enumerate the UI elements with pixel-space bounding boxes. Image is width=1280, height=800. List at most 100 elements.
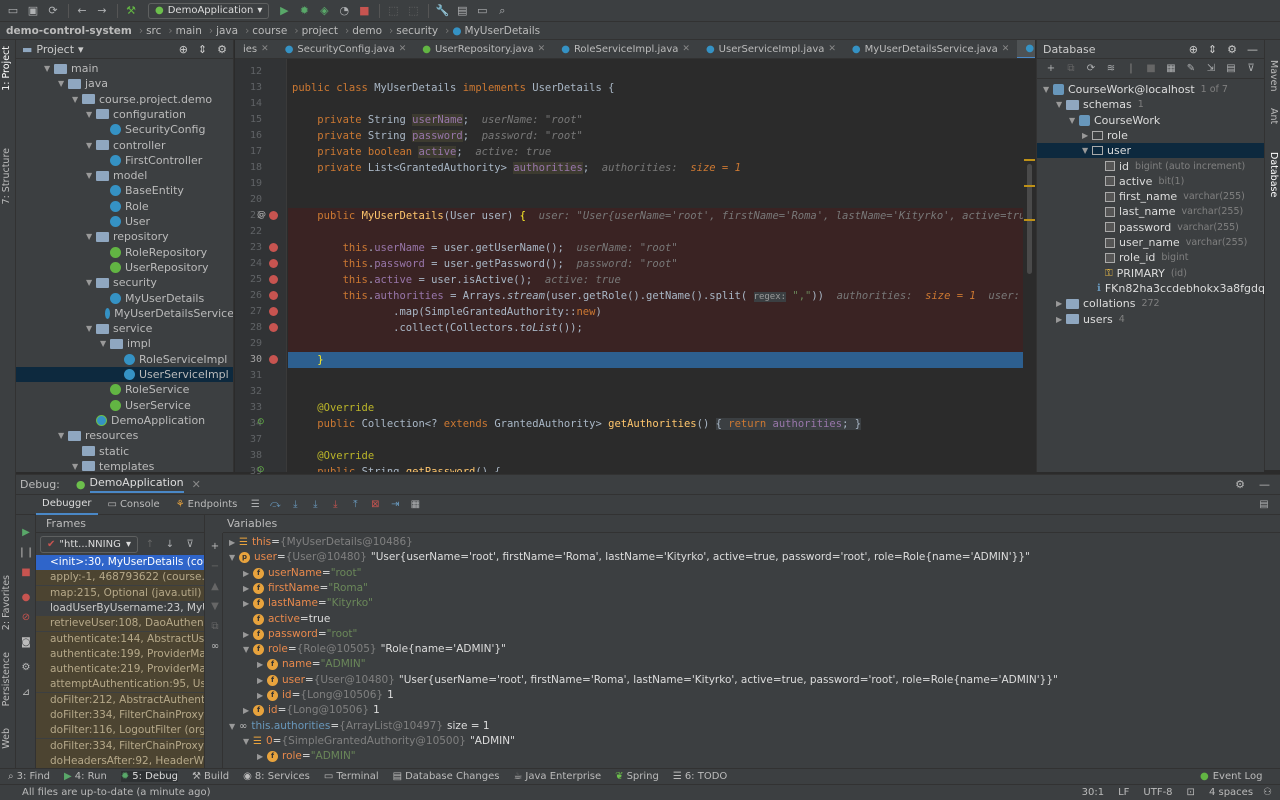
save-icon[interactable]: ▣ xyxy=(24,3,42,19)
variable-row[interactable]: ▶ f name = "ADMIN" xyxy=(257,657,1280,672)
editor-tab[interactable]: ● SecurityConfig.java ✕ xyxy=(277,40,415,58)
variable-row[interactable]: ▶ f role = "ADMIN" xyxy=(257,749,1280,764)
add-icon[interactable]: + xyxy=(208,539,222,553)
run-configuration-select[interactable]: ● DemoApplication ▾ xyxy=(148,2,270,19)
tab-endpoints[interactable]: ⚘ Endpoints xyxy=(170,495,244,515)
chevron-down-icon[interactable]: ▼ xyxy=(86,141,96,150)
tool-window-terminal[interactable]: ▭ Terminal xyxy=(324,771,379,782)
stack-frame[interactable]: authenticate:219, ProviderMana xyxy=(36,662,204,678)
variable-row[interactable]: ▼ f role = {Role@10505} "Role{name='ADMIN'}… xyxy=(243,642,1280,657)
line-separator[interactable]: LF xyxy=(1118,787,1129,798)
db-tree-item[interactable]: active bit(1) xyxy=(1037,174,1264,189)
chevron-right-icon[interactable]: ▶ xyxy=(257,657,267,672)
chevron-right-icon[interactable]: ▶ xyxy=(243,581,253,596)
collapse-icon[interactable]: ⇕ xyxy=(1208,43,1217,56)
tree-item[interactable]: BaseEntity xyxy=(16,183,233,198)
filter-icon[interactable]: ⊽ xyxy=(1243,62,1259,76)
stack-frame[interactable]: apply:-1, 468793622 (course.pr xyxy=(36,570,204,586)
editor-scrollbar[interactable] xyxy=(1024,59,1035,472)
arrow-down-icon[interactable]: ↓ xyxy=(162,537,178,551)
settings-icon[interactable]: ⚙ xyxy=(19,660,33,674)
tree-item[interactable]: User xyxy=(16,214,233,229)
indent-setting[interactable]: 4 spaces xyxy=(1209,787,1253,798)
tool-window-search[interactable]: ⌕ 3: Find xyxy=(8,771,50,782)
variable-row[interactable]: ▶ f userName = "root" xyxy=(243,566,1280,581)
filter-icon[interactable]: ⊽ xyxy=(182,537,198,551)
coverage-icon[interactable]: ◈ xyxy=(315,3,333,19)
tree-item[interactable]: UserService xyxy=(16,398,233,413)
schema-icon[interactable]: ≋ xyxy=(1103,62,1119,76)
chevron-right-icon[interactable]: ▶ xyxy=(257,749,267,764)
tree-item[interactable]: ▼ course.project.demo xyxy=(16,92,233,107)
tree-item[interactable]: RoleService xyxy=(16,382,233,397)
tree-item[interactable]: MyUserDetails xyxy=(16,291,233,306)
web-tool-tab[interactable]: Web xyxy=(1,728,12,749)
db-tree-item[interactable]: ▼ CourseWork@localhost 1 of 7 xyxy=(1037,82,1264,97)
tool-window-database-changes[interactable]: ▤ Database Changes xyxy=(393,771,500,782)
override-icon[interactable]: ⊙ xyxy=(257,417,265,427)
tree-item[interactable]: ▼ configuration xyxy=(16,107,233,122)
resume-icon[interactable]: ▶ xyxy=(19,525,33,539)
chevron-right-icon[interactable]: ▶ xyxy=(257,673,267,688)
project-tool-tab[interactable]: 1: Project xyxy=(1,46,12,91)
tree-item[interactable]: ▼ service xyxy=(16,321,233,336)
chevron-down-icon[interactable]: ▼ xyxy=(86,232,96,241)
cursor-position[interactable]: 30:1 xyxy=(1082,787,1104,798)
close-icon[interactable]: ✕ xyxy=(192,478,201,491)
minus-icon[interactable]: − xyxy=(208,559,222,573)
chevron-down-icon[interactable]: ▼ xyxy=(86,324,96,333)
tool-window-services[interactable]: ◉ 8: Services xyxy=(243,771,310,782)
db-tree-item[interactable]: password varchar(255) xyxy=(1037,220,1264,235)
tool-window-build[interactable]: ⚒ Build xyxy=(192,771,229,782)
stop-icon[interactable]: ■ xyxy=(19,565,33,579)
chevron-down-icon[interactable]: ▼ xyxy=(1043,85,1053,94)
breakpoint-icon[interactable] xyxy=(269,259,278,268)
tree-item[interactable]: UserServiceImpl xyxy=(16,367,233,382)
chevron-down-icon[interactable]: ▼ xyxy=(58,79,68,88)
db-tree-item[interactable]: user_name varchar(255) xyxy=(1037,235,1264,250)
breadcrumb-item[interactable]: src xyxy=(146,25,161,37)
db-tree-item[interactable]: first_name varchar(255) xyxy=(1037,189,1264,204)
stack-frame[interactable]: loadUserByUsername:23, MyUs xyxy=(36,601,204,616)
tree-item[interactable]: ▼ repository xyxy=(16,229,233,244)
chevron-down-icon[interactable]: ▼ xyxy=(44,64,54,73)
chevron-right-icon[interactable]: ▶ xyxy=(243,703,253,718)
infinity-icon[interactable]: ∞ xyxy=(208,639,222,653)
arrow-up-icon[interactable]: ▲ xyxy=(208,579,222,593)
locate-icon[interactable]: ⊕ xyxy=(179,43,188,56)
breakpoint-icon[interactable] xyxy=(269,355,278,364)
locate-icon[interactable]: ⊕ xyxy=(1189,43,1198,56)
stack-frame[interactable]: attemptAuthentication:95, User xyxy=(36,677,204,693)
folder-open-icon[interactable]: ▭ xyxy=(4,3,22,19)
run-icon[interactable]: ▶ xyxy=(275,3,293,19)
sync-icon[interactable]: ⟳ xyxy=(44,3,62,19)
lock-icon[interactable]: ⊡ xyxy=(1187,787,1195,798)
db-tree-item[interactable]: role_id bigint xyxy=(1037,250,1264,265)
minimize-icon[interactable]: — xyxy=(1247,43,1258,56)
view-breakpoints-icon[interactable]: ● xyxy=(19,590,33,604)
chevron-down-icon[interactable]: ▼ xyxy=(1069,116,1079,125)
favorites-tool-tab[interactable]: 2: Favorites xyxy=(1,575,12,630)
editor-tab[interactable]: ●MyUserDetails.java✕ xyxy=(1017,40,1035,58)
variable-row[interactable]: ▶ f lastName = "Kityrko" xyxy=(243,596,1280,611)
vcs-commit-icon[interactable]: ⬚ xyxy=(404,3,422,19)
chevron-down-icon[interactable]: ▼ xyxy=(72,462,82,471)
chevron-right-icon[interactable]: ▶ xyxy=(1056,299,1066,308)
pause-icon[interactable]: ❙❙ xyxy=(18,545,35,559)
variable-row[interactable]: f active = true xyxy=(243,612,1280,627)
breakpoint-icon[interactable] xyxy=(269,307,278,316)
arrow-down-icon[interactable]: ▼ xyxy=(208,599,222,613)
profile-icon[interactable]: ◔ xyxy=(335,3,353,19)
collapse-icon[interactable]: ⇕ xyxy=(198,43,207,56)
chevron-right-icon[interactable]: ▶ xyxy=(243,596,253,611)
breakpoint-icon[interactable] xyxy=(269,275,278,284)
tab-console[interactable]: ▭ Console xyxy=(102,495,166,515)
file-encoding[interactable]: UTF-8 xyxy=(1143,787,1172,798)
forward-icon[interactable]: → xyxy=(93,3,111,19)
breadcrumb-item[interactable]: demo xyxy=(352,25,382,37)
show-execution-point-icon[interactable]: ⤼ xyxy=(267,498,283,512)
close-icon[interactable]: ✕ xyxy=(538,44,546,54)
breadcrumb-item[interactable]: demo-control-system xyxy=(6,25,132,37)
tool-window-run[interactable]: ▶ 4: Run xyxy=(64,771,107,782)
editor-tab[interactable]: ● UserRepository.java ✕ xyxy=(414,40,553,58)
